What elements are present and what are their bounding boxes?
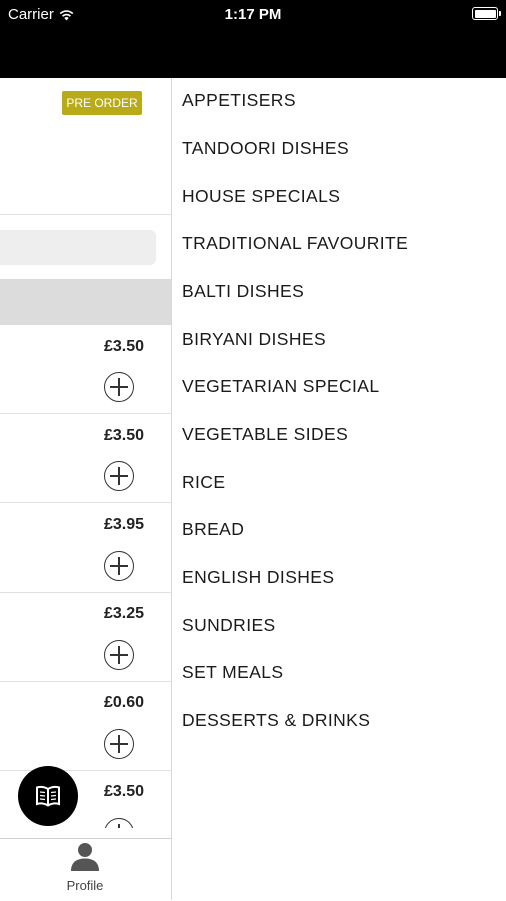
menu-item-appetisers[interactable]: APPETISERS (182, 90, 296, 111)
menu-item-traditional-favourite[interactable]: TRADITIONAL FAVOURITE (182, 233, 408, 254)
search-input[interactable] (0, 230, 156, 265)
menu-item-biryani-dishes[interactable]: BIRYANI DISHES (182, 329, 326, 350)
menu-item-set-meals[interactable]: SET MEALS (182, 662, 284, 683)
item-price: £3.25 (103, 605, 144, 622)
item-price: £3.50 (103, 338, 144, 355)
status-time: 1:17 PM (224, 6, 282, 23)
divider (0, 592, 172, 593)
menu-item-desserts-drinks[interactable]: DESSERTS & DRINKS (182, 710, 370, 731)
divider (0, 681, 172, 682)
divider (0, 413, 172, 414)
divider (0, 502, 172, 503)
tab-profile-label: Profile (66, 878, 104, 893)
add-circle-icon[interactable] (104, 551, 134, 581)
battery-icon (472, 7, 501, 20)
add-circle-icon[interactable] (104, 640, 134, 670)
category-side-menu: APPETISERS TANDOORI DISHES HOUSE SPECIAL… (173, 78, 506, 900)
pre-order-badge[interactable]: PRE ORDER (62, 91, 142, 115)
menu-item-english-dishes[interactable]: ENGLISH DISHES (182, 567, 334, 588)
status-bar: Carrier 1:17 PM (0, 0, 506, 78)
divider (0, 214, 172, 215)
divider (0, 770, 172, 771)
menu-book-button[interactable] (18, 766, 78, 826)
add-circle-icon[interactable] (104, 461, 134, 491)
add-circle-icon[interactable] (104, 729, 134, 759)
menu-book-icon (36, 785, 60, 807)
menu-item-vegetarian-special[interactable]: VEGETARIAN SPECIAL (182, 376, 380, 397)
tab-profile[interactable]: Profile (50, 841, 120, 899)
profile-icon (71, 843, 99, 871)
tab-bar: Profile (0, 838, 171, 901)
menu-item-house-specials[interactable]: HOUSE SPECIALS (182, 186, 340, 207)
menu-item-balti-dishes[interactable]: BALTI DISHES (182, 281, 304, 302)
menu-item-tandoori-dishes[interactable]: TANDOORI DISHES (182, 138, 349, 159)
menu-item-sundries[interactable]: SUNDRIES (182, 615, 276, 636)
menu-content-panel: PRE ORDER £3.50 £3.50 £3.95 £3.25 £0.60 … (0, 78, 172, 901)
item-price: £3.50 (103, 427, 144, 444)
menu-item-vegetable-sides[interactable]: VEGETABLE SIDES (182, 424, 348, 445)
add-circle-icon[interactable] (104, 372, 134, 402)
item-price: £3.95 (103, 516, 144, 533)
menu-item-rice[interactable]: RICE (182, 472, 225, 493)
category-header (0, 279, 171, 325)
item-price: £0.60 (103, 694, 144, 711)
menu-item-bread[interactable]: BREAD (182, 519, 244, 540)
